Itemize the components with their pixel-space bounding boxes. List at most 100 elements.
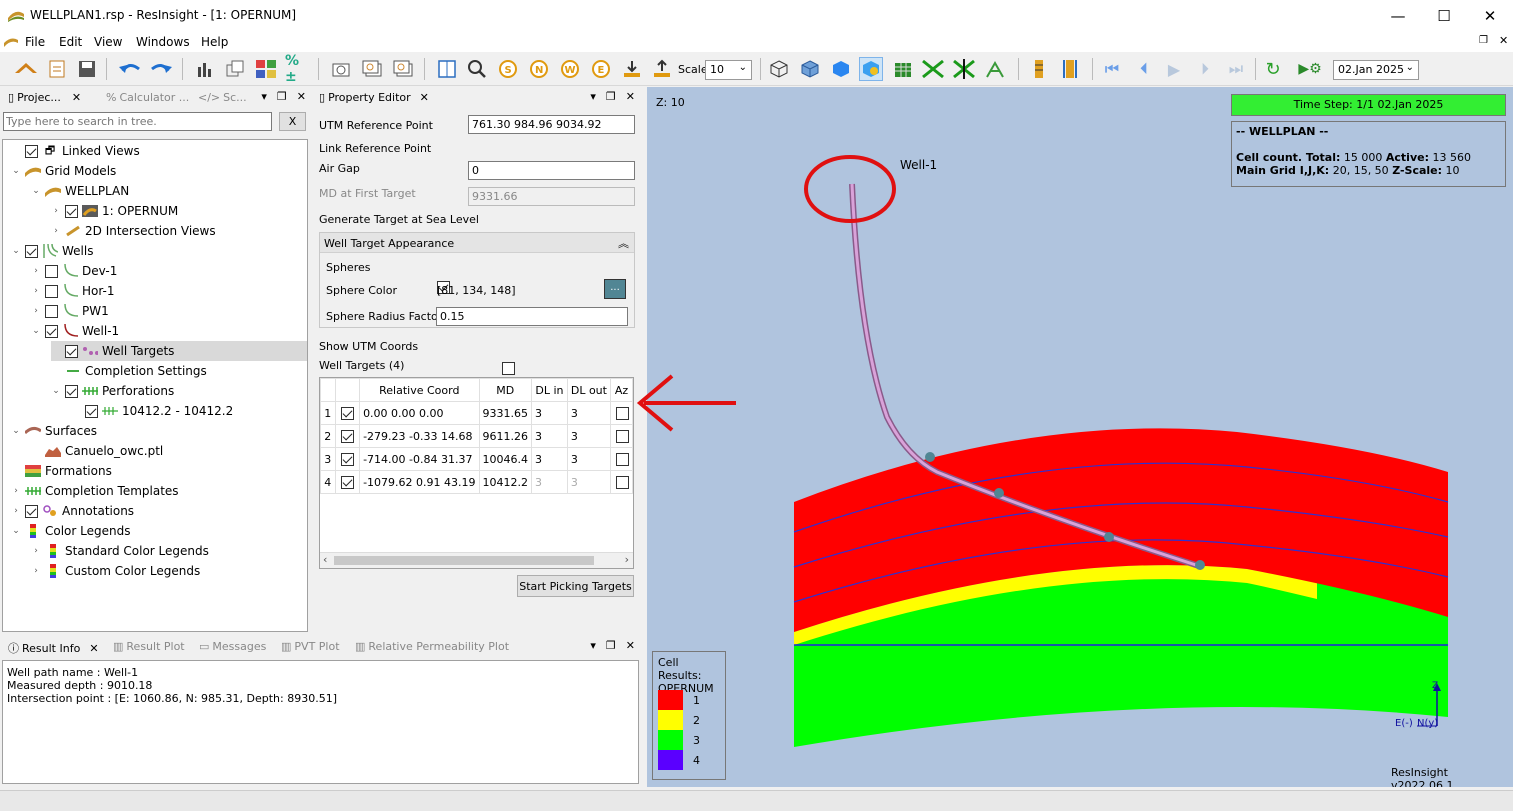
close-icon[interactable]: ✕	[626, 639, 635, 652]
chevron-right-icon[interactable]: ›	[31, 286, 41, 296]
sphere-radius-input[interactable]: 0.15	[436, 307, 628, 326]
minimize-button[interactable]: —	[1375, 0, 1421, 32]
tree-item-linked-views[interactable]: 🗗 Linked Views	[11, 141, 140, 161]
tree-item-perforation-interval[interactable]: 10412.2 - 10412.2	[71, 401, 233, 421]
tab-calculator[interactable]: % Calculator ...	[106, 91, 189, 104]
tab-result-plot[interactable]: ▥ Result Plot	[113, 640, 185, 653]
tree-item-completion-settings[interactable]: Completion Settings	[51, 361, 207, 381]
fault-lines-icon[interactable]	[891, 57, 915, 81]
table-row[interactable]: 1 0.00 0.00 0.00 9331.65 3 3	[320, 401, 633, 425]
close-icon[interactable]: ✕	[72, 91, 81, 104]
clear-search-button[interactable]: X	[279, 112, 306, 131]
cell-dl-in[interactable]: 3	[531, 447, 568, 471]
checkbox[interactable]	[85, 404, 98, 418]
checkbox[interactable]	[65, 344, 78, 358]
float-icon[interactable]: ❐	[606, 90, 616, 103]
chevron-down-icon[interactable]: ⌄	[11, 426, 21, 436]
cell-coord[interactable]: 0.00 0.00 0.00	[359, 401, 480, 425]
save-icon[interactable]	[75, 57, 99, 81]
cell-coord[interactable]: -1079.62 0.91 43.19	[359, 470, 480, 494]
well-paths-alt-icon[interactable]	[952, 57, 976, 81]
checkbox[interactable]	[65, 204, 78, 218]
close-icon[interactable]: ✕	[297, 90, 306, 103]
cell-md[interactable]: 9611.26	[478, 424, 532, 448]
mdi-close-icon[interactable]: ✕	[1499, 34, 1508, 47]
chevron-down-icon[interactable]: ⌄	[51, 386, 61, 396]
chevron-down-icon[interactable]: ⌄	[11, 526, 21, 536]
column-header-az[interactable]: Az	[609, 378, 633, 402]
tree-item-well-1[interactable]: ⌄ Well-1	[31, 321, 119, 341]
tree-item-dev-1[interactable]: › Dev-1	[31, 261, 117, 281]
checkbox[interactable]	[25, 504, 38, 518]
close-window-button[interactable]: ✕	[1467, 0, 1513, 32]
close-icon[interactable]: ✕	[420, 91, 429, 104]
show-utm-checkbox[interactable]	[502, 361, 515, 375]
first-timestep-icon[interactable]: ⏮	[1100, 57, 1124, 81]
chevron-down-icon[interactable]: ⌄	[31, 186, 41, 196]
tab-pvt-plot[interactable]: ▥ PVT Plot	[281, 640, 340, 653]
table-horizontal-scrollbar[interactable]: ‹ ›	[320, 552, 633, 568]
checkbox[interactable]	[45, 304, 58, 318]
chevron-down-icon[interactable]: ▾	[261, 90, 267, 103]
repeat-icon[interactable]: ↻	[1261, 57, 1285, 81]
cell-coord[interactable]: -279.23 -0.33 14.68	[359, 424, 480, 448]
cell-dl-in[interactable]: 3	[531, 401, 568, 425]
view-layout-icon[interactable]	[435, 57, 459, 81]
column-header-md[interactable]: MD	[478, 378, 532, 402]
scrollbar-thumb[interactable]	[334, 556, 594, 565]
new-window-icon[interactable]	[223, 57, 247, 81]
close-icon[interactable]: ✕	[626, 90, 635, 103]
chevron-down-icon[interactable]: ▾	[590, 90, 596, 103]
group-header[interactable]: Well Target Appearance ︽	[320, 233, 634, 253]
zoom-all-icon[interactable]	[465, 57, 489, 81]
play-icon[interactable]: ▶	[1162, 57, 1186, 81]
tab-messages[interactable]: ▭ Messages	[199, 640, 266, 653]
cell-md[interactable]: 9331.65	[478, 401, 532, 425]
chevron-right-icon[interactable]: ›	[51, 206, 61, 216]
column-header-dl-out[interactable]: DL out	[566, 378, 611, 402]
utm-reference-input[interactable]: 761.30 984.96 9034.92	[468, 115, 635, 134]
tree-item-annotations[interactable]: › Annotations	[11, 501, 134, 521]
menu-edit[interactable]: Edit	[59, 35, 82, 49]
close-icon[interactable]: ✕	[89, 642, 98, 655]
view-east-icon[interactable]: E	[589, 57, 613, 81]
tree-item-canuelo-surface[interactable]: Canuelo_owc.ptl	[31, 441, 163, 461]
table-row[interactable]: 2 -279.23 -0.33 14.68 9611.26 3 3	[320, 424, 633, 448]
row-active-checkbox[interactable]	[340, 429, 354, 443]
row-active-checkbox[interactable]	[340, 452, 354, 466]
snapshot-icon[interactable]	[329, 57, 353, 81]
tree-item-wells[interactable]: ⌄ Wells	[11, 241, 93, 261]
checkbox[interactable]	[25, 244, 38, 258]
chevron-right-icon[interactable]: ›	[31, 266, 41, 276]
row-az-checkbox[interactable]	[616, 452, 629, 466]
chevron-down-icon[interactable]: ⌄	[11, 246, 21, 256]
view-up-icon[interactable]	[650, 57, 674, 81]
chevron-down-icon[interactable]: ⌄	[31, 326, 41, 336]
tab-project-tree[interactable]: ▯ Projec... ✕	[8, 91, 81, 104]
menu-windows[interactable]: Windows	[136, 35, 190, 49]
float-icon[interactable]: ❐	[277, 90, 287, 103]
last-timestep-icon[interactable]: ⏭	[1224, 57, 1248, 81]
surface-icon[interactable]	[829, 57, 853, 81]
sphere-color-button[interactable]: ...	[604, 279, 626, 299]
cell-dl-out[interactable]: 3	[566, 401, 611, 425]
chevron-right-icon[interactable]: ›	[31, 566, 41, 576]
view-south-icon[interactable]: S	[496, 57, 520, 81]
cell-dl-out[interactable]: 3	[566, 424, 611, 448]
tree-item-surfaces[interactable]: ⌄ Surfaces	[11, 421, 97, 441]
tree-item-perforations[interactable]: ⌄ Perforations	[51, 381, 174, 401]
view-down-icon[interactable]	[620, 57, 644, 81]
menu-file[interactable]: File	[25, 35, 45, 49]
chevron-down-icon[interactable]: ▾	[590, 639, 596, 652]
checkbox[interactable]	[25, 144, 38, 158]
timestep-combo[interactable]: 02.Jan 2025 ⌄	[1333, 60, 1419, 80]
row-active-checkbox[interactable]	[340, 406, 354, 420]
tab-property-editor[interactable]: ▯ Property Editor ✕	[319, 91, 429, 104]
range-filter-icon[interactable]	[1027, 57, 1051, 81]
chevron-right-icon[interactable]: ›	[51, 226, 61, 236]
column-header-coord[interactable]: Relative Coord	[359, 378, 480, 402]
tree-item-standard-color-legends[interactable]: › Standard Color Legends	[31, 541, 209, 561]
next-timestep-icon[interactable]: ⏵	[1193, 57, 1217, 81]
wireframe-icon[interactable]	[767, 57, 791, 81]
air-gap-input[interactable]: 0	[468, 161, 635, 180]
